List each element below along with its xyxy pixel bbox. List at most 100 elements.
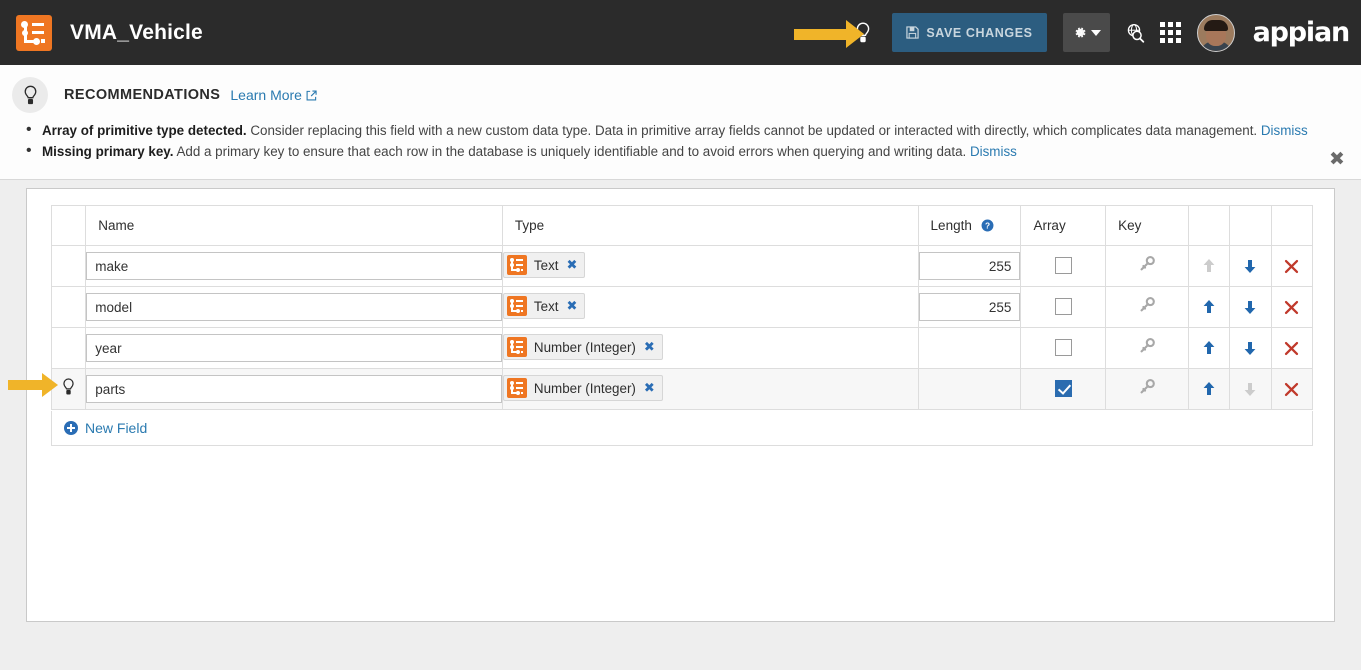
row-length-cell — [917, 368, 1022, 410]
field-type-chip[interactable]: Number (Integer) ✖ — [502, 375, 663, 401]
key-icon[interactable] — [1138, 296, 1156, 314]
remove-x-icon — [1283, 381, 1300, 398]
field-name-input[interactable] — [86, 334, 502, 362]
row-key-cell — [1105, 368, 1189, 410]
table-row: Number (Integer) ✖ — [50, 327, 1314, 369]
learn-more-link[interactable]: Learn More — [230, 87, 317, 103]
gear-icon — [1072, 25, 1087, 40]
field-type-label: Number (Integer) — [533, 339, 636, 355]
row-move-up-cell — [1187, 245, 1231, 287]
row-remove-cell — [1270, 286, 1314, 328]
save-changes-button[interactable]: SAVE CHANGES — [892, 13, 1047, 52]
arrow-up-icon — [1200, 380, 1218, 398]
array-checkbox[interactable] — [1054, 380, 1072, 398]
global-search-button[interactable] — [1124, 22, 1146, 44]
data-type-icon — [506, 337, 527, 357]
row-array-cell — [1020, 368, 1107, 410]
clear-type-icon[interactable]: ✖ — [566, 299, 577, 314]
row-move-up-cell — [1187, 286, 1231, 328]
remove-field-button[interactable] — [1272, 381, 1312, 398]
lightbulb-icon[interactable] — [62, 377, 75, 396]
recommendations-bulb-icon[interactable] — [846, 13, 880, 53]
table-row: Number (Integer) ✖ — [50, 368, 1314, 410]
recommendations-title: RECOMMENDATIONS — [64, 87, 221, 103]
field-type-chip[interactable]: Text ✖ — [502, 293, 586, 319]
remove-field-button[interactable] — [1272, 340, 1312, 357]
move-up-button[interactable] — [1189, 380, 1229, 398]
row-bulb-cell — [50, 286, 87, 328]
remove-x-icon — [1283, 340, 1300, 357]
field-type-chip[interactable]: Number (Integer) ✖ — [502, 334, 663, 360]
array-checkbox[interactable] — [1054, 339, 1072, 357]
field-name-input[interactable] — [86, 375, 502, 403]
row-move-down-cell — [1229, 245, 1272, 287]
floppy-disk-icon — [906, 26, 920, 39]
settings-menu-button[interactable] — [1062, 13, 1110, 52]
row-bulb-cell — [50, 245, 87, 287]
recommendations-banner: RECOMMENDATIONS Learn More Array of prim… — [0, 65, 1361, 180]
move-up-button[interactable] — [1189, 298, 1229, 316]
col-header-move-up — [1187, 205, 1231, 246]
row-move-down-cell — [1229, 368, 1272, 410]
clear-type-icon[interactable]: ✖ — [644, 381, 655, 396]
row-length-cell — [917, 286, 1022, 328]
field-type-label: Text — [533, 298, 559, 314]
field-name-input[interactable] — [86, 252, 502, 280]
app-grid-button[interactable] — [1159, 22, 1181, 43]
user-avatar[interactable] — [1196, 13, 1235, 52]
recommendation-title: Array of primitive type detected. — [42, 123, 247, 138]
row-move-up-cell — [1187, 327, 1231, 369]
clear-type-icon[interactable]: ✖ — [566, 258, 577, 273]
field-type-chip[interactable]: Text ✖ — [502, 252, 586, 278]
arrow-up-icon — [1200, 257, 1218, 275]
close-icon[interactable]: ✖ — [1325, 147, 1349, 171]
dismiss-link-1[interactable]: Dismiss — [1261, 123, 1308, 138]
col-header-move-down — [1229, 205, 1272, 246]
move-up-button[interactable] — [1189, 339, 1229, 357]
row-remove-cell — [1270, 327, 1314, 369]
row-type-cell: Text ✖ — [501, 245, 919, 287]
remove-field-button[interactable] — [1272, 299, 1312, 316]
recommendation-item: Missing primary key. Add a primary key t… — [26, 141, 1321, 161]
array-checkbox[interactable] — [1054, 298, 1072, 316]
recommendations-header: RECOMMENDATIONS Learn More — [0, 65, 1361, 113]
external-link-icon — [306, 90, 317, 101]
arrow-up-icon — [1200, 298, 1218, 316]
field-length-input[interactable] — [918, 293, 1021, 321]
array-checkbox[interactable] — [1054, 257, 1072, 275]
col-header-length: Length ? — [917, 205, 1022, 246]
table-row: Text ✖ — [50, 286, 1314, 328]
move-down-button — [1230, 380, 1270, 398]
dismiss-link-2[interactable]: Dismiss — [970, 144, 1017, 159]
key-icon[interactable] — [1138, 255, 1156, 273]
row-name-cell — [85, 368, 503, 410]
key-icon[interactable] — [1138, 378, 1156, 396]
row-length-cell — [917, 245, 1022, 287]
col-header-name: Name — [85, 205, 503, 246]
data-type-icon — [506, 255, 527, 275]
row-move-down-cell — [1229, 286, 1272, 328]
col-header-key: Key — [1105, 205, 1189, 246]
key-icon[interactable] — [1138, 337, 1156, 355]
clear-type-icon[interactable]: ✖ — [644, 340, 655, 355]
arrow-down-icon — [1241, 339, 1259, 357]
row-key-cell — [1105, 286, 1189, 328]
move-down-button[interactable] — [1230, 339, 1270, 357]
row-name-cell — [85, 327, 503, 369]
app-grid-icon — [1159, 22, 1181, 43]
row-bulb-cell — [50, 368, 87, 410]
move-down-button[interactable] — [1230, 298, 1270, 316]
remove-field-button[interactable] — [1272, 258, 1312, 275]
field-length-input[interactable] — [918, 252, 1021, 280]
table-header-row: Name Type Length ? Array Key — [50, 205, 1314, 246]
row-array-cell — [1020, 245, 1107, 287]
help-icon[interactable]: ? — [981, 219, 994, 232]
main-content-panel: Name Type Length ? Array Key make Text ✖… — [26, 188, 1335, 622]
move-up-button — [1189, 257, 1229, 275]
arrow-down-icon — [1241, 298, 1259, 316]
row-name-cell — [85, 286, 503, 328]
move-down-button[interactable] — [1230, 257, 1270, 275]
new-field-button[interactable]: New Field — [64, 420, 147, 436]
globe-search-icon — [1124, 22, 1146, 44]
field-name-input[interactable] — [86, 293, 502, 321]
